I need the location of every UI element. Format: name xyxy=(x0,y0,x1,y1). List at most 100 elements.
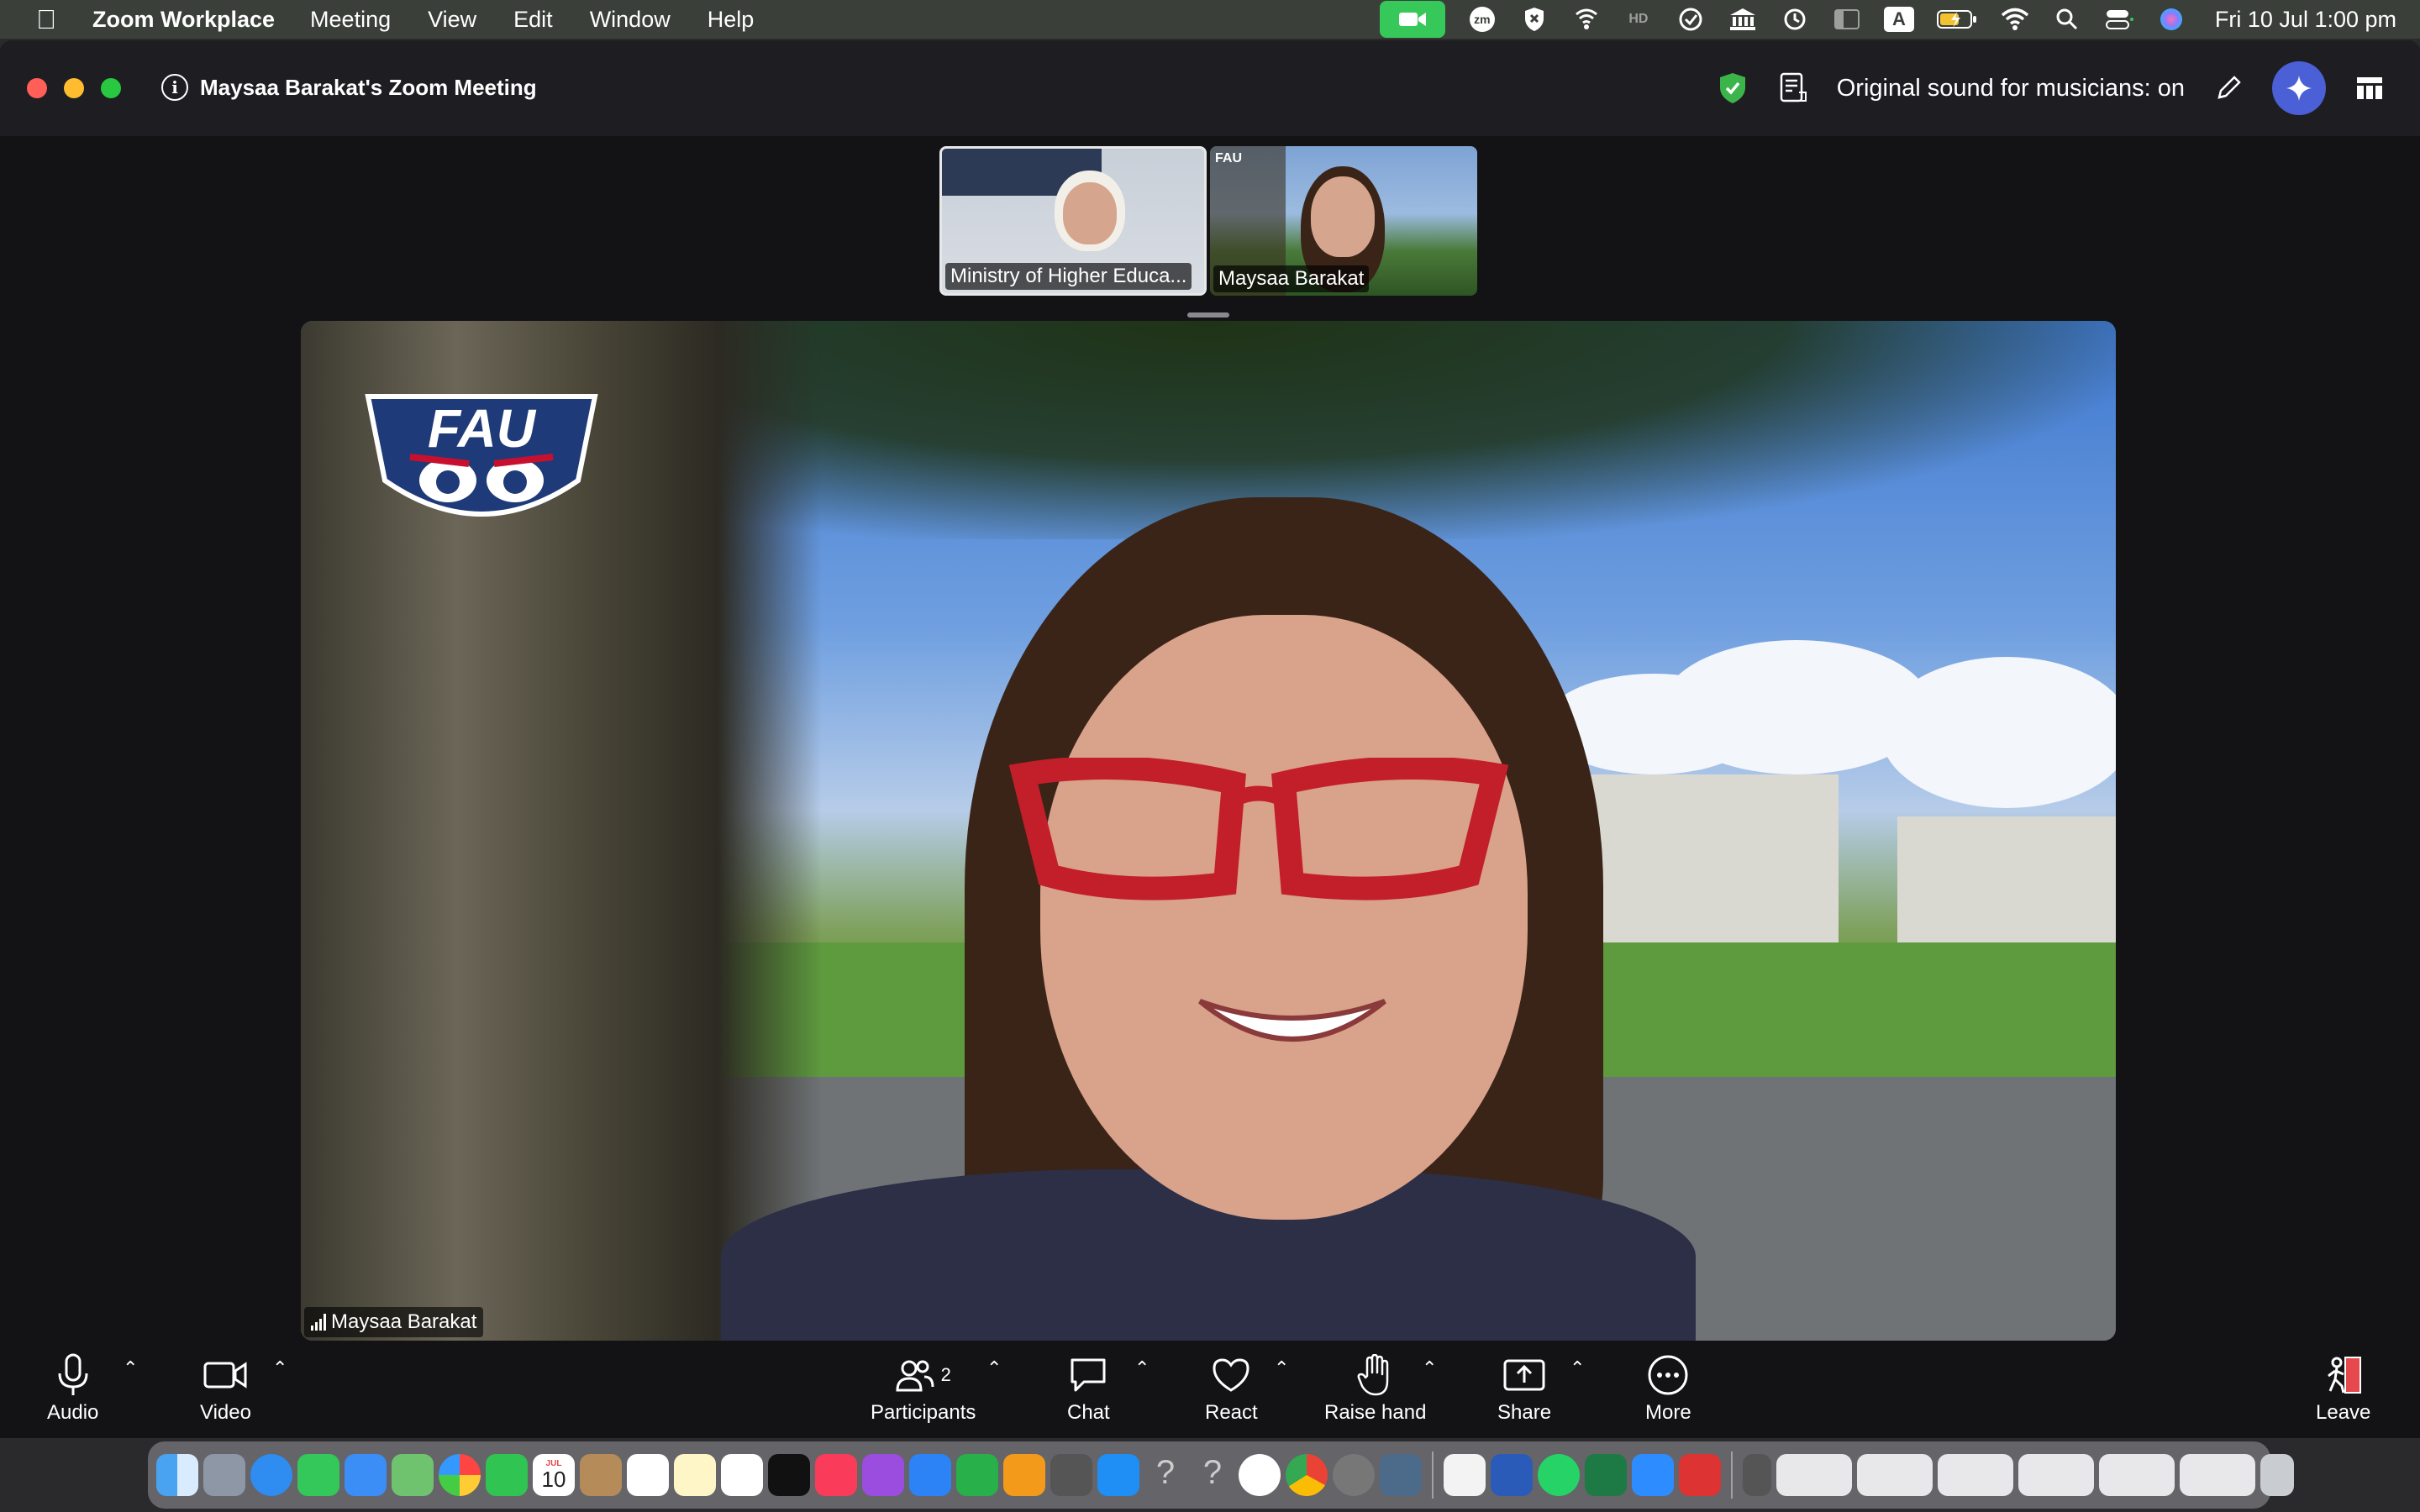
zm-icon[interactable]: zm xyxy=(1467,7,1497,32)
check-circle-icon[interactable] xyxy=(1676,7,1706,32)
share-options-chevron-icon[interactable]: ⌃ xyxy=(1570,1357,1585,1379)
podcasts-icon[interactable] xyxy=(862,1454,904,1496)
chat-button[interactable]: Chat xyxy=(1067,1349,1110,1425)
close-window-button[interactable] xyxy=(27,78,47,98)
textedit-icon[interactable] xyxy=(1444,1454,1486,1496)
bank-icon[interactable] xyxy=(1728,7,1758,32)
raise-hand-button[interactable]: Raise hand xyxy=(1324,1349,1426,1425)
leave-button[interactable]: Leave xyxy=(2316,1349,2370,1425)
shield-x-icon[interactable] xyxy=(1519,7,1549,32)
music-icon[interactable] xyxy=(815,1454,857,1496)
ai-companion-button[interactable] xyxy=(2272,61,2326,115)
audio-button[interactable]: Audio xyxy=(47,1349,98,1425)
battery-charging-icon[interactable] xyxy=(1936,7,1978,32)
notes-icon[interactable] xyxy=(1776,71,1810,105)
react-options-chevron-icon[interactable]: ⌃ xyxy=(1274,1357,1289,1379)
menu-edit[interactable]: Edit xyxy=(513,7,553,33)
info-icon[interactable]: i xyxy=(161,74,188,101)
react-button[interactable]: React xyxy=(1205,1349,1258,1425)
contacts-icon[interactable] xyxy=(580,1454,622,1496)
minimize-window-button[interactable] xyxy=(64,78,84,98)
zoom-camera-icon[interactable] xyxy=(1379,1,1445,38)
menu-meeting[interactable]: Meeting xyxy=(310,7,391,33)
meeting-controls-toolbar: Audio ⌃ Video ⌃ 2 Participants ⌃ Chat ⌃ xyxy=(0,1342,2420,1438)
zoom-app-icon[interactable] xyxy=(1632,1454,1674,1496)
acrobat-icon[interactable] xyxy=(1679,1454,1721,1496)
wifi-icon[interactable] xyxy=(2000,7,2030,32)
pages-icon[interactable] xyxy=(1003,1454,1045,1496)
original-sound-status[interactable]: Original sound for musicians: on xyxy=(1837,75,2185,102)
grammarly-icon[interactable] xyxy=(1239,1454,1281,1496)
participants-button[interactable]: 2 Participants xyxy=(871,1349,976,1425)
freeform-icon[interactable] xyxy=(721,1454,763,1496)
excel-icon[interactable] xyxy=(1585,1454,1627,1496)
launchpad-icon[interactable] xyxy=(203,1454,245,1496)
whatsapp-icon[interactable] xyxy=(1538,1454,1580,1496)
numbers-icon[interactable] xyxy=(956,1454,998,1496)
photos-icon[interactable] xyxy=(439,1454,481,1496)
search-icon[interactable] xyxy=(2052,7,2082,32)
sparkle-icon xyxy=(2286,76,2312,101)
calculator-icon[interactable] xyxy=(1050,1454,1092,1496)
hd-icon[interactable]: HD xyxy=(1623,7,1654,32)
preview-icon[interactable] xyxy=(1380,1454,1422,1496)
apple-icon[interactable]:  xyxy=(0,4,92,35)
encryption-shield-icon[interactable] xyxy=(1716,71,1749,105)
minimized-window-icon[interactable] xyxy=(1776,1454,1852,1496)
system-settings-icon[interactable] xyxy=(1333,1454,1375,1496)
raise-hand-options-chevron-icon[interactable]: ⌃ xyxy=(1422,1357,1437,1379)
keyboard-a-icon[interactable]: A xyxy=(1883,7,1914,32)
audio-options-chevron-icon[interactable]: ⌃ xyxy=(123,1357,138,1379)
apple-tv-icon[interactable] xyxy=(768,1454,810,1496)
facetime-icon[interactable] xyxy=(486,1454,528,1496)
menu-view[interactable]: View xyxy=(428,7,476,33)
thumbnail-ministry[interactable]: Ministry of Higher Educa... xyxy=(939,146,1207,296)
meeting-info[interactable]: i Maysaa Barakat's Zoom Meeting xyxy=(161,74,537,101)
unknown-app-icon[interactable]: ? xyxy=(1144,1454,1186,1496)
document-thumbnail-icon[interactable] xyxy=(1743,1454,1771,1496)
chat-options-chevron-icon[interactable]: ⌃ xyxy=(1134,1357,1150,1379)
wifi-off-icon[interactable] xyxy=(1571,7,1602,32)
minimized-window-icon[interactable] xyxy=(2180,1454,2255,1496)
thumbnail-maysaa[interactable]: FAU Maysaa Barakat xyxy=(1210,146,1477,296)
maps-icon[interactable] xyxy=(392,1454,434,1496)
minimized-window-icon[interactable] xyxy=(2099,1454,2175,1496)
siri-icon[interactable] xyxy=(2156,7,2186,32)
campus-building xyxy=(1897,816,2116,959)
video-options-chevron-icon[interactable]: ⌃ xyxy=(272,1357,287,1379)
more-button[interactable]: More xyxy=(1645,1349,1691,1425)
video-button[interactable]: Video xyxy=(200,1349,251,1425)
menu-help[interactable]: Help xyxy=(708,7,755,33)
maximize-window-button[interactable] xyxy=(101,78,121,98)
finder-icon[interactable] xyxy=(156,1454,198,1496)
safari-icon[interactable] xyxy=(250,1454,292,1496)
notes-app-icon[interactable] xyxy=(674,1454,716,1496)
calendar-icon[interactable]: JUL 10 xyxy=(533,1454,575,1496)
minimized-window-icon[interactable] xyxy=(2018,1454,2094,1496)
sidebar-icon[interactable] xyxy=(1832,7,1862,32)
time-machine-icon[interactable] xyxy=(1780,7,1810,32)
app-store-icon[interactable] xyxy=(1097,1454,1139,1496)
control-center-icon[interactable] xyxy=(2104,7,2134,32)
thumbnail-strip-drag-handle[interactable] xyxy=(1187,312,1229,318)
speaker-video[interactable]: FAU Maysaa Barakat xyxy=(301,321,2116,1341)
participants-options-chevron-icon[interactable]: ⌃ xyxy=(986,1357,1002,1379)
minimized-window-icon[interactable] xyxy=(1857,1454,1933,1496)
signal-strength-icon xyxy=(311,1314,326,1331)
view-grid-icon[interactable] xyxy=(2353,71,2386,105)
unknown-app-icon[interactable]: ? xyxy=(1192,1454,1234,1496)
menu-app-name[interactable]: Zoom Workplace xyxy=(92,7,275,33)
trash-icon[interactable] xyxy=(2260,1454,2294,1496)
share-button[interactable]: Share xyxy=(1497,1349,1551,1425)
menu-window[interactable]: Window xyxy=(590,7,671,33)
messages-icon[interactable] xyxy=(297,1454,339,1496)
word-icon[interactable] xyxy=(1491,1454,1533,1496)
edit-pencil-icon[interactable] xyxy=(2212,71,2245,105)
keynote-icon[interactable] xyxy=(909,1454,951,1496)
menu-clock[interactable]: Fri 10 Jul 1:00 pm xyxy=(2215,7,2396,33)
reminders-icon[interactable] xyxy=(627,1454,669,1496)
minimized-window-icon[interactable] xyxy=(1938,1454,2013,1496)
mail-icon[interactable] xyxy=(345,1454,387,1496)
thumbnail-logo: FAU xyxy=(1215,151,1242,165)
chrome-icon[interactable] xyxy=(1286,1454,1328,1496)
